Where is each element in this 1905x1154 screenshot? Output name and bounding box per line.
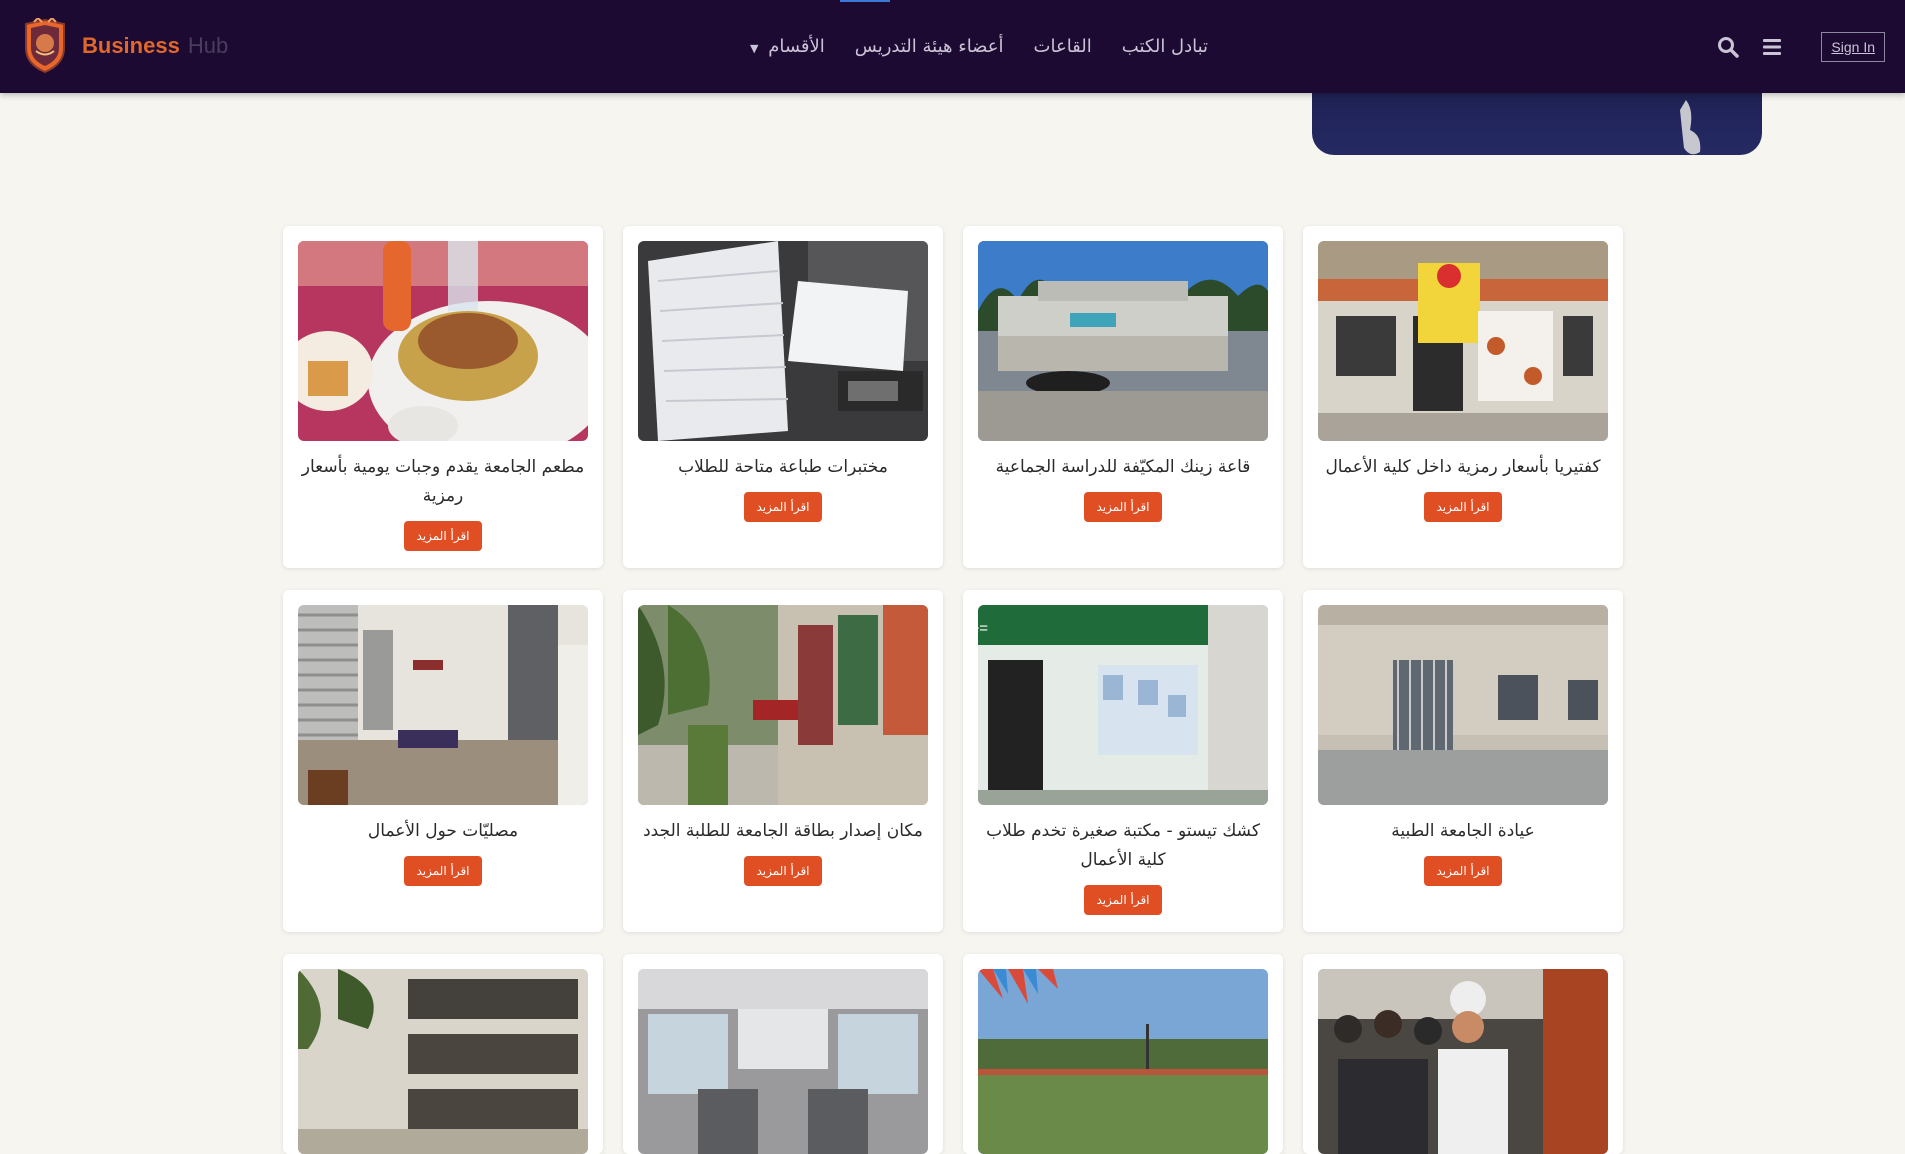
nav-actions: Sign In — [1713, 0, 1885, 93]
card-title: قاعة زينك المكيّفة للدراسة الجماعية — [995, 457, 1251, 477]
service-card — [623, 954, 943, 1154]
service-card: مكان إصدار بطاقة الجامعة للطلبة الجدد اق… — [623, 590, 943, 932]
service-card: مطعم الجامعة يقدم وجبات يومية بأسعار رمز… — [283, 226, 603, 568]
card-image-cafeteria[interactable] — [1318, 241, 1608, 441]
brand-business: Business — [82, 33, 180, 58]
card-image-clinic[interactable] — [1318, 605, 1608, 805]
nav-item-book-exchange[interactable]: تبادل الكتب — [1122, 36, 1208, 57]
card-title: كشك تيستو - مكتبة صغيرة تخدم طلاب كلية ا… — [986, 821, 1260, 870]
card-title: مكان إصدار بطاقة الجامعة للطلبة الجدد — [643, 821, 923, 841]
search-button[interactable] — [1713, 32, 1743, 62]
service-card — [1303, 954, 1623, 1154]
service-card: كفتيريا بأسعار رمزية داخل كلية الأعمال ا… — [1303, 226, 1623, 568]
card-image-kiosk[interactable]: =UJ PRINTS Stationery&More — [978, 605, 1268, 805]
read-more-button[interactable]: اقرأ المزيد — [1424, 856, 1502, 886]
card-title: كفتيريا بأسعار رمزية داخل كلية الأعمال — [1325, 457, 1601, 477]
nav-item-departments[interactable]: الأقسام ▼ — [750, 36, 825, 57]
card-image-stadium[interactable] — [978, 969, 1268, 1154]
read-more-button[interactable]: اقرأ المزيد — [1424, 492, 1502, 522]
card-image-printing[interactable] — [638, 241, 928, 441]
read-more-button[interactable]: اقرأ المزيد — [404, 856, 482, 886]
service-card: =UJ PRINTS Stationery&More كشك تيستو - م… — [963, 590, 1283, 932]
nav-item-label: الأقسام — [768, 36, 825, 57]
sign-in-button[interactable]: Sign In — [1821, 31, 1885, 62]
service-card: عيادة الجامعة الطبية اقرأ المزيد — [1303, 590, 1623, 932]
services-grid: كفتيريا بأسعار رمزية داخل كلية الأعمال ا… — [283, 226, 1623, 1154]
service-card: مصليّات حول الأعمال اقرأ المزيد — [283, 590, 603, 932]
hamburger-menu-icon — [1763, 38, 1782, 55]
university-logo-icon — [25, 18, 65, 74]
card-image-building-trees[interactable] — [298, 969, 588, 1154]
top-navbar: Business Hub الأقسام ▼ أعضاء هيئة التدريس… — [0, 0, 1905, 93]
card-image-crowd-chefs[interactable] — [1318, 969, 1608, 1154]
card-image-zinc-hall[interactable] — [978, 241, 1268, 441]
read-more-button[interactable]: اقرأ المزيد — [744, 856, 822, 886]
nav-item-faculty[interactable]: أعضاء هيئة التدريس — [855, 36, 1004, 57]
service-card: مختبرات طباعة متاحة للطلاب اقرأ المزيد — [623, 226, 943, 568]
card-title: عيادة الجامعة الطبية — [1391, 821, 1535, 841]
read-more-button[interactable]: اقرأ المزيد — [744, 492, 822, 522]
kiosk-sign: =UJ PRINTS Stationery&More — [978, 620, 988, 637]
nav-item-halls[interactable]: القاعات — [1034, 36, 1092, 57]
caret-down-icon: ▼ — [750, 42, 759, 55]
search-icon — [1718, 36, 1740, 58]
card-title: مطعم الجامعة يقدم وجبات يومية بأسعار رمز… — [301, 457, 585, 506]
card-image-restaurant[interactable] — [298, 241, 588, 441]
read-more-button[interactable]: اقرأ المزيد — [1084, 885, 1162, 915]
card-title: مختبرات طباعة متاحة للطلاب — [678, 457, 888, 477]
card-image-prayer-rooms[interactable] — [298, 605, 588, 805]
main-nav: الأقسام ▼ أعضاء هيئة التدريس القاعات تبا… — [750, 0, 1208, 93]
service-card: قاعة زينك المكيّفة للدراسة الجماعية اقرأ… — [963, 226, 1283, 568]
service-card — [963, 954, 1283, 1154]
read-more-button[interactable]: اقرأ المزيد — [404, 521, 482, 551]
brand-hub: Hub — [187, 33, 229, 58]
card-image-bus[interactable] — [638, 969, 928, 1154]
card-image-id-card-office[interactable] — [638, 605, 928, 805]
hero-hand-icon — [1680, 100, 1701, 155]
brand[interactable]: Business Hub — [22, 18, 228, 74]
card-title: مصليّات حول الأعمال — [367, 821, 519, 841]
read-more-button[interactable]: اقرأ المزيد — [1084, 492, 1162, 522]
service-card — [283, 954, 603, 1154]
menu-button[interactable] — [1757, 32, 1787, 62]
